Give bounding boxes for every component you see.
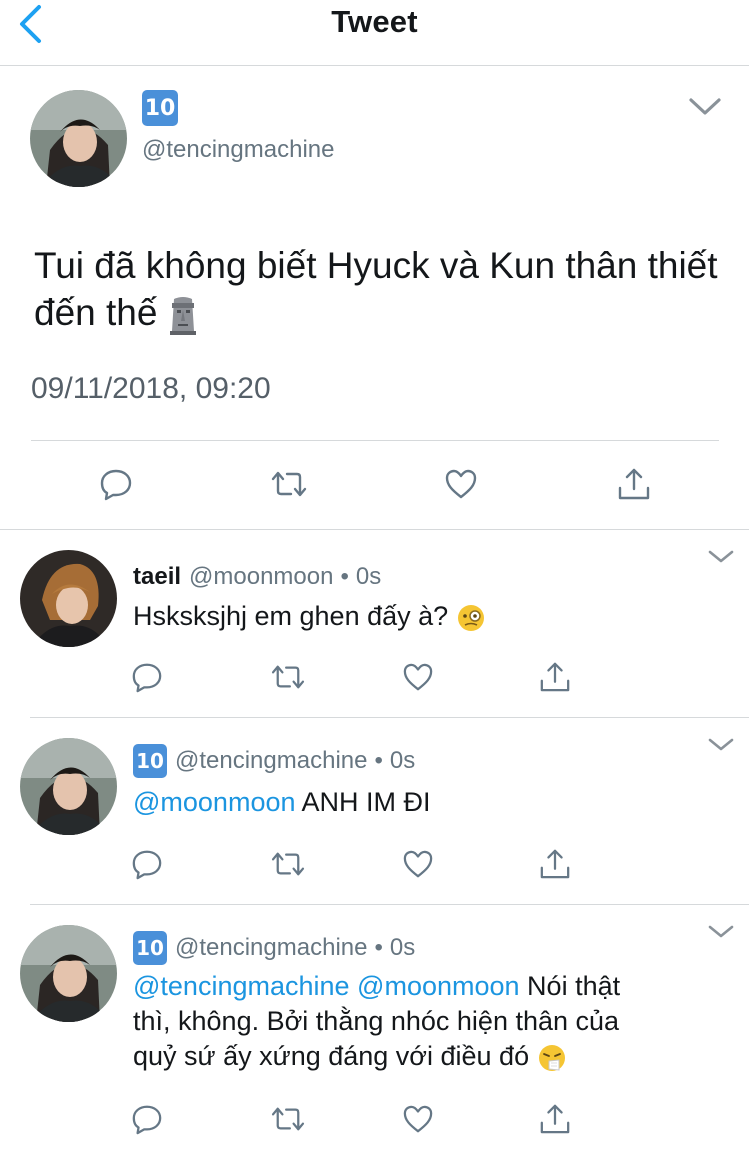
share-icon — [540, 1104, 570, 1134]
heart-icon — [403, 663, 433, 691]
share-button[interactable] — [536, 658, 574, 696]
tweet-time: 0s — [389, 934, 416, 961]
tweet-actions — [0, 464, 749, 508]
heart-icon — [445, 469, 477, 499]
reply-tweet[interactable]: 10 @tencingmachine • 0s @moonmoon ANH IM… — [0, 718, 749, 905]
mention-link[interactable]: @tencingmachine — [133, 971, 350, 1001]
keycap-ten-emoji: 10 — [133, 931, 167, 965]
keycap-ten-emoji: 10 — [133, 744, 167, 778]
tweet-header: 10 @tencingmachine • 0s — [133, 744, 415, 778]
retweet-icon — [271, 665, 305, 689]
tweet-header: taeil @moonmoon • 0s — [133, 563, 381, 591]
tweet-text: Hsksksjhj em ghen đấy à? — [133, 599, 713, 634]
more-options-button[interactable] — [706, 736, 736, 754]
heart-icon — [403, 1105, 433, 1133]
monocle-face-emoji — [457, 604, 484, 631]
chevron-down-icon — [708, 925, 734, 938]
retweet-icon — [271, 471, 307, 497]
reply-button[interactable] — [128, 658, 166, 696]
tweet-text: @tencingmachine @moonmoon Nói thật thì, … — [133, 971, 621, 1071]
reply-icon — [132, 1105, 162, 1135]
more-options-button[interactable] — [706, 548, 736, 566]
sneezing-face-emoji — [538, 1044, 565, 1071]
tweet-actions — [0, 1100, 749, 1140]
retweet-button[interactable] — [269, 845, 307, 883]
user-handle[interactable]: @tencingmachine — [175, 934, 367, 962]
share-icon — [540, 662, 570, 692]
mention-link[interactable]: @moonmoon — [133, 787, 296, 817]
retweet-icon — [271, 1107, 305, 1131]
retweet-button[interactable] — [269, 1100, 307, 1138]
tweet-time: 0s — [389, 747, 416, 774]
separator-dot: • — [374, 934, 383, 961]
separator-dot: • — [374, 747, 383, 774]
moai-emoji — [169, 297, 196, 336]
reply-tweet[interactable]: taeil @moonmoon • 0s Hsksksjhj em ghen đ… — [0, 530, 749, 718]
avatar[interactable] — [30, 90, 127, 187]
like-button[interactable] — [399, 845, 437, 883]
share-icon — [618, 468, 650, 500]
divider — [31, 440, 719, 441]
avatar[interactable] — [20, 738, 117, 835]
tweet-actions — [0, 658, 749, 698]
more-options-button[interactable] — [688, 96, 722, 118]
avatar[interactable] — [20, 550, 117, 647]
main-tweet: 10 @tencingmachine Tui đã không biết Hyu… — [0, 66, 749, 530]
tweet-header: 10 @tencingmachine • 0s — [133, 931, 415, 965]
like-button[interactable] — [399, 1100, 437, 1138]
tweet-timestamp: 09/11/2018, 09:20 — [31, 372, 271, 405]
share-icon — [540, 849, 570, 879]
keycap-ten-emoji: 10 — [142, 90, 178, 126]
tweet-text: @moonmoon ANH IM ĐI — [133, 787, 431, 817]
tweet-text: Tui đã không biết Hyuck và Kun thân thiế… — [34, 242, 734, 336]
tweet-actions — [0, 845, 749, 885]
reply-icon — [100, 469, 132, 501]
mention-link[interactable]: @moonmoon — [357, 971, 520, 1001]
share-button[interactable] — [614, 464, 654, 504]
retweet-button[interactable] — [269, 658, 307, 696]
chevron-down-icon — [708, 550, 734, 563]
reply-button[interactable] — [128, 1100, 166, 1138]
page-title: Tweet — [331, 4, 418, 39]
chevron-down-icon — [689, 98, 721, 115]
user-handle[interactable]: @moonmoon — [189, 563, 333, 591]
heart-icon — [403, 850, 433, 878]
display-name[interactable]: taeil — [133, 563, 181, 591]
nav-bar: Tweet — [0, 0, 749, 66]
display-name: 10 — [142, 90, 178, 126]
share-button[interactable] — [536, 1100, 574, 1138]
retweet-button[interactable] — [269, 464, 309, 504]
like-button[interactable] — [399, 658, 437, 696]
user-handle[interactable]: @tencingmachine — [142, 136, 334, 164]
share-button[interactable] — [536, 845, 574, 883]
avatar[interactable] — [20, 925, 117, 1022]
reply-button[interactable] — [96, 464, 136, 504]
reply-tweet[interactable]: 10 @tencingmachine • 0s @tencingmachine … — [0, 905, 749, 1161]
separator-dot: • — [340, 563, 349, 590]
more-options-button[interactable] — [706, 923, 736, 941]
reply-button[interactable] — [128, 845, 166, 883]
like-button[interactable] — [441, 464, 481, 504]
user-handle[interactable]: @tencingmachine — [175, 747, 367, 775]
tweet-time: 0s — [355, 563, 382, 590]
retweet-icon — [271, 852, 305, 876]
reply-icon — [132, 850, 162, 880]
reply-icon — [132, 663, 162, 693]
chevron-down-icon — [708, 738, 734, 751]
